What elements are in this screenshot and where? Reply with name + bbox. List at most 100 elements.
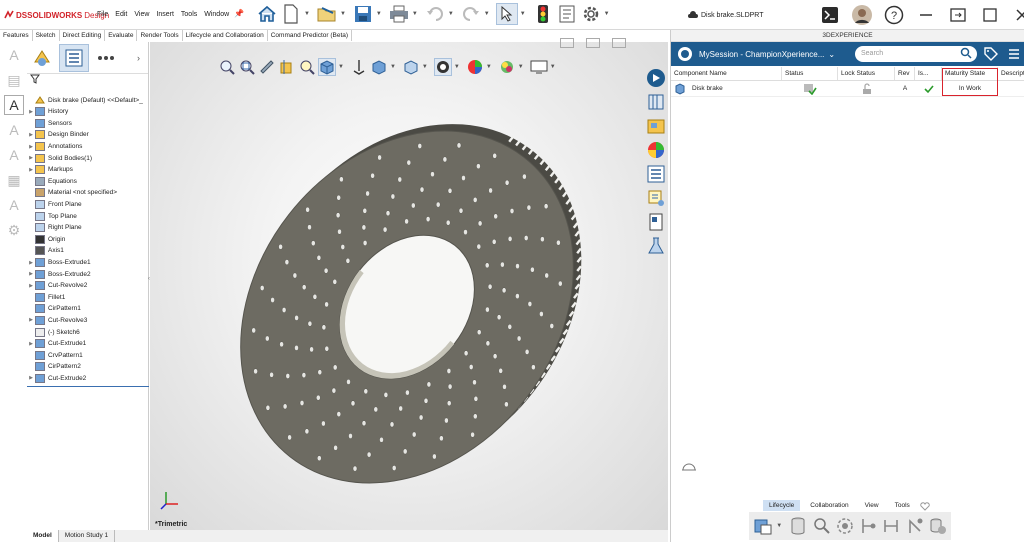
menu-insert[interactable]: Insert — [156, 11, 174, 18]
menu-file[interactable]: File — [97, 11, 108, 18]
print-icon[interactable] — [388, 3, 410, 25]
scene-lights-icon[interactable] — [498, 58, 516, 76]
feature-manager-tab-icon[interactable] — [27, 44, 57, 72]
graphics-area[interactable] — [150, 42, 668, 530]
expand-arrow-icon[interactable]: ▶ — [27, 155, 35, 161]
reserve-icon[interactable] — [928, 515, 948, 537]
restore-icon[interactable] — [948, 5, 968, 25]
tree-item[interactable]: ▶ Boss-Extrude1 — [27, 257, 149, 269]
expand-arrow-icon[interactable]: ▶ — [27, 341, 35, 347]
expand-arrow-icon[interactable]: ▶ — [27, 283, 35, 289]
tree-item[interactable]: CirPattern2 — [27, 361, 149, 373]
sketch-text-icon[interactable]: A — [4, 45, 24, 65]
tab-motion-study[interactable]: Motion Study 1 — [59, 530, 116, 542]
undo-dropdown-icon[interactable]: ▼ — [448, 11, 454, 17]
tree-item[interactable]: Material <not specified> — [27, 187, 149, 199]
weld-symbol-icon[interactable]: ▦ — [4, 170, 24, 190]
expand-arrow-icon[interactable]: ▶ — [27, 260, 35, 266]
file-properties-icon[interactable] — [556, 3, 578, 25]
scene-dropdown-icon[interactable]: ▼ — [454, 64, 460, 70]
command-prompt-icon[interactable] — [820, 5, 840, 25]
session-name[interactable]: MySession - ChampionXperience... — [699, 50, 824, 59]
tab-model[interactable]: Model — [27, 530, 59, 542]
color-dropdown-icon[interactable]: ▼ — [486, 64, 492, 70]
color-wheel-icon[interactable] — [466, 58, 484, 76]
3dexperience-tab-icon[interactable] — [646, 68, 666, 88]
tab-view[interactable]: View — [859, 500, 885, 511]
maximize-icon[interactable] — [980, 5, 1000, 25]
tree-item[interactable]: ▶ Annotations — [27, 141, 149, 153]
expand-arrow-icon[interactable]: ▶ — [27, 144, 35, 150]
tree-item[interactable]: ▶ Cut-Extrude1 — [27, 338, 149, 350]
tree-item[interactable]: CirPattern1 — [27, 303, 149, 315]
tree-item[interactable]: ▶ Solid Bodies(1) — [27, 152, 149, 164]
tree-item[interactable]: ▶ History — [27, 106, 149, 118]
column-is[interactable]: Is... — [915, 67, 942, 80]
tree-root[interactable]: Disk brake (Default) <<Default>_ — [27, 95, 143, 107]
doc-tile-icon[interactable] — [586, 38, 600, 48]
expand-arrow-icon[interactable]: ▶ — [27, 271, 35, 277]
appearances-icon[interactable] — [646, 140, 666, 160]
expand-arrow-icon[interactable]: ▶ — [27, 375, 35, 381]
save-to-3dexperience-icon[interactable] — [753, 515, 773, 537]
panel-expand-chevron-icon[interactable]: › — [137, 53, 140, 63]
note-icon[interactable]: ▤ — [4, 70, 24, 90]
options-dropdown-icon[interactable]: ▼ — [604, 11, 610, 17]
expand-arrow-icon[interactable]: ▶ — [27, 109, 35, 115]
tab-tools[interactable]: Tools — [889, 500, 916, 511]
print-dropdown-icon[interactable]: ▼ — [412, 11, 418, 17]
expand-arrow-icon[interactable]: ▶ — [27, 317, 35, 323]
view-palette-icon[interactable] — [646, 188, 666, 208]
helmet-icon[interactable] — [681, 460, 697, 474]
tree-item[interactable]: ▶ Markups — [27, 164, 149, 176]
appearance-dropdown-icon[interactable]: ▼ — [422, 64, 428, 70]
close-icon[interactable] — [1012, 5, 1024, 25]
more-tabs-icon[interactable] — [91, 44, 121, 72]
home-icon[interactable] — [256, 3, 278, 25]
revision-tree-icon[interactable] — [881, 515, 901, 537]
select-dropdown-icon[interactable]: ▼ — [520, 11, 526, 17]
help-icon[interactable]: ? — [884, 5, 904, 25]
solidworks-resources-icon[interactable] — [646, 212, 666, 232]
open-icon[interactable] — [316, 3, 338, 25]
database-icon[interactable] — [788, 515, 808, 537]
maturity-icon[interactable] — [835, 515, 855, 537]
save-dropdown-icon[interactable]: ▼ — [376, 11, 382, 17]
expand-arrow-icon[interactable]: ▶ — [27, 132, 35, 138]
column-lock-status[interactable]: Lock Status — [838, 67, 895, 80]
redo-icon[interactable] — [460, 3, 482, 25]
save-dropdown-icon-2[interactable]: ▼ — [776, 523, 782, 529]
tree-item[interactable]: ▶ Cut-Revolve3 — [27, 315, 149, 327]
branch-icon[interactable] — [904, 515, 924, 537]
column-rev[interactable]: Rev — [895, 67, 915, 80]
design-library-icon[interactable] — [646, 92, 666, 112]
pin-menu-icon[interactable]: 📌 — [234, 9, 244, 18]
doc-maximize-icon[interactable] — [612, 38, 626, 48]
redo-dropdown-icon[interactable]: ▼ — [484, 11, 490, 17]
column-component-name[interactable]: Component Name — [671, 67, 782, 80]
rollback-bar[interactable] — [27, 386, 149, 387]
apply-scene-icon[interactable] — [433, 58, 452, 76]
column-description[interactable]: Descript — [998, 67, 1024, 80]
tab-features[interactable]: Features — [0, 30, 33, 41]
surface-finish-icon[interactable]: A — [4, 145, 24, 165]
simulation-icon[interactable] — [646, 236, 666, 256]
tree-item[interactable]: CrvPattern1 — [27, 349, 149, 361]
tree-item[interactable]: ▶ Cut-Extrude2 — [27, 373, 149, 385]
tree-item[interactable]: Origin — [27, 234, 149, 246]
session-dropdown-icon[interactable]: ⌄ — [828, 50, 835, 59]
previous-view-icon[interactable] — [258, 58, 276, 76]
tree-item[interactable]: Equations — [27, 176, 149, 188]
zoom-to-fit-icon[interactable] — [218, 58, 236, 76]
save-icon[interactable] — [352, 3, 374, 25]
expand-arrow-icon[interactable]: ▶ — [27, 167, 35, 173]
view-orientation-icon[interactable] — [318, 58, 336, 76]
tab-command-predictor[interactable]: Command Predictor (Beta) — [268, 30, 353, 41]
open-dropdown-icon[interactable]: ▼ — [340, 11, 346, 17]
rebuild-icon[interactable] — [532, 3, 554, 25]
balloon-icon[interactable]: A — [4, 120, 24, 140]
new-dropdown-icon[interactable]: ▼ — [304, 11, 310, 17]
filter-icon[interactable] — [30, 74, 40, 84]
menu-edit[interactable]: Edit — [115, 11, 127, 18]
custom-properties-icon[interactable] — [646, 164, 666, 184]
